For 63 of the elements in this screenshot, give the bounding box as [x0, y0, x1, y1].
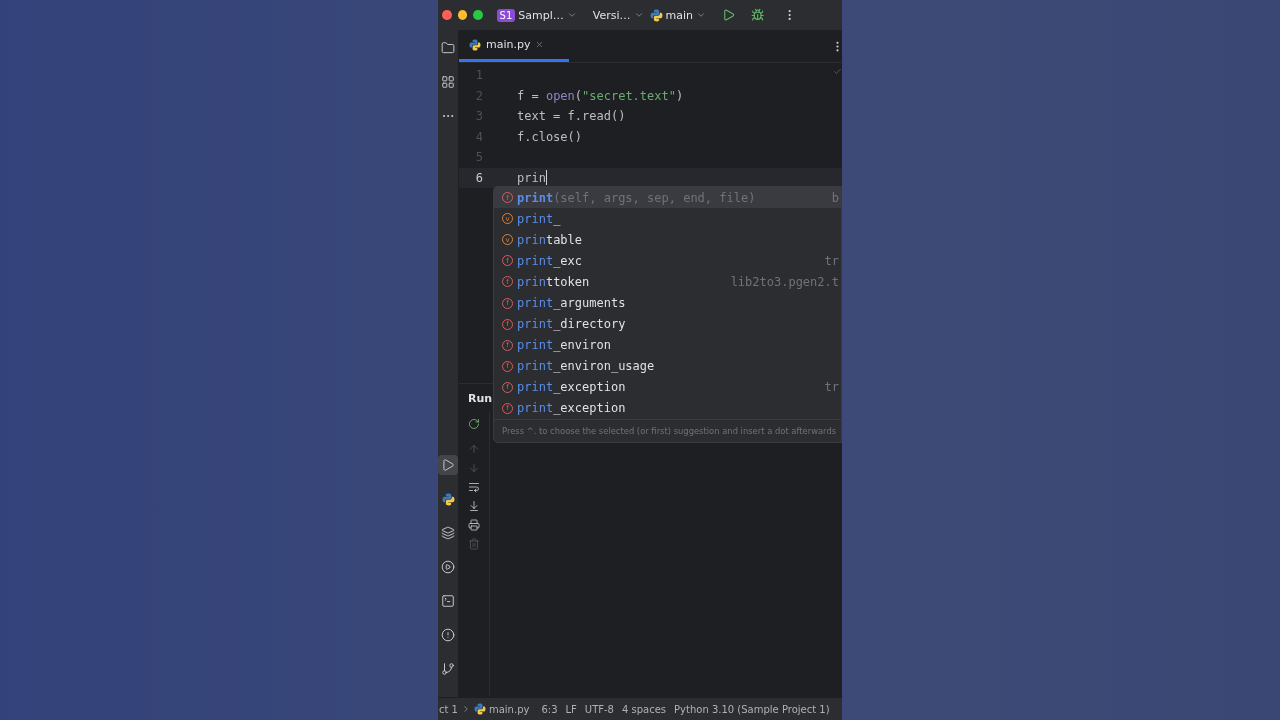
completion-hint: Press ^. to choose the selected (or first) suggestion and insert a dot afterwards: [494, 419, 841, 443]
run-button[interactable]: [722, 8, 736, 22]
chevron-icon: [696, 10, 706, 20]
status-item[interactable]: LF: [565, 703, 577, 715]
suggestion-source: lib2to3.pgen2.t: [730, 274, 840, 289]
code-line: f = open("secret.text"): [517, 88, 684, 103]
editor-tab[interactable]: main.py: [459, 30, 569, 62]
layers-icon: [441, 526, 455, 540]
suggestion-label: print_exception: [517, 380, 627, 395]
suggestion-source: tr: [824, 253, 840, 268]
line-number: 6: [474, 170, 483, 185]
suggestion-label: print_arguments: [517, 296, 627, 310]
branch-icon: [441, 662, 455, 676]
chevron-icon: [633, 10, 644, 20]
printer-button[interactable]: [468, 519, 480, 531]
breadcrumb[interactable]: main.py: [488, 703, 530, 715]
folder-icon: [441, 41, 455, 55]
run-panel-title[interactable]: Run: [468, 391, 493, 405]
code-line: f.close(): [517, 129, 583, 144]
suggestion-label: print_directory: [517, 317, 627, 332]
terminal-icon: [441, 594, 455, 608]
close-icon[interactable]: [535, 40, 545, 49]
breadcrumb[interactable]: ct 1: [439, 703, 458, 715]
play-icon: [441, 458, 455, 472]
status-item[interactable]: 6:3: [541, 703, 558, 715]
project-badge: S1: [496, 8, 516, 22]
python-icon: [469, 38, 481, 51]
play-tool[interactable]: [438, 455, 458, 475]
code-line: text = f.read(): [517, 109, 626, 124]
suggestion-label: printable: [517, 232, 584, 247]
play-badge-icon: [441, 560, 455, 574]
suggestion-label: print_exception: [517, 401, 627, 416]
suggestion-label: print_environ: [517, 338, 612, 353]
code-line: prin: [517, 170, 546, 185]
check-icon: [833, 67, 842, 76]
alert-icon: [441, 628, 455, 642]
status-item[interactable]: UTF-8: [584, 703, 614, 715]
close-window-button[interactable]: [442, 10, 452, 20]
structure-icon: [441, 75, 455, 89]
suggestion-label: printtoken: [517, 274, 591, 289]
suggestion-label: print(self, args, sep, end, file): [517, 190, 757, 205]
rerun-button[interactable]: [468, 418, 480, 430]
run-config-menu[interactable]: main: [665, 8, 693, 22]
zoom-window-button[interactable]: [473, 10, 483, 20]
suggestion-source: tr: [824, 380, 840, 395]
python-icon: [649, 8, 663, 22]
vcs-menu[interactable]: Versi…: [592, 8, 631, 22]
suggestion-label: print_exc: [517, 253, 584, 268]
suggestion-label: print_: [517, 211, 562, 226]
text-caret: [545, 170, 547, 186]
python-icon: [473, 703, 486, 715]
status-item[interactable]: Python 3.10 (Sample Project 1): [674, 703, 830, 715]
scroll-end-button[interactable]: [468, 500, 480, 512]
suggestion-source: b: [831, 190, 840, 205]
chevron-icon: [566, 10, 577, 20]
suggestion-label: print_environ_usage: [517, 359, 656, 374]
minimize-window-button[interactable]: [457, 10, 468, 20]
debug-button[interactable]: [751, 8, 765, 22]
wrap-button[interactable]: [468, 481, 480, 493]
project-menu[interactable]: Sampl…: [518, 8, 564, 22]
python-icon: [441, 492, 455, 506]
tab-label: main.py: [486, 38, 531, 51]
status-item[interactable]: 4 spaces: [622, 703, 667, 715]
